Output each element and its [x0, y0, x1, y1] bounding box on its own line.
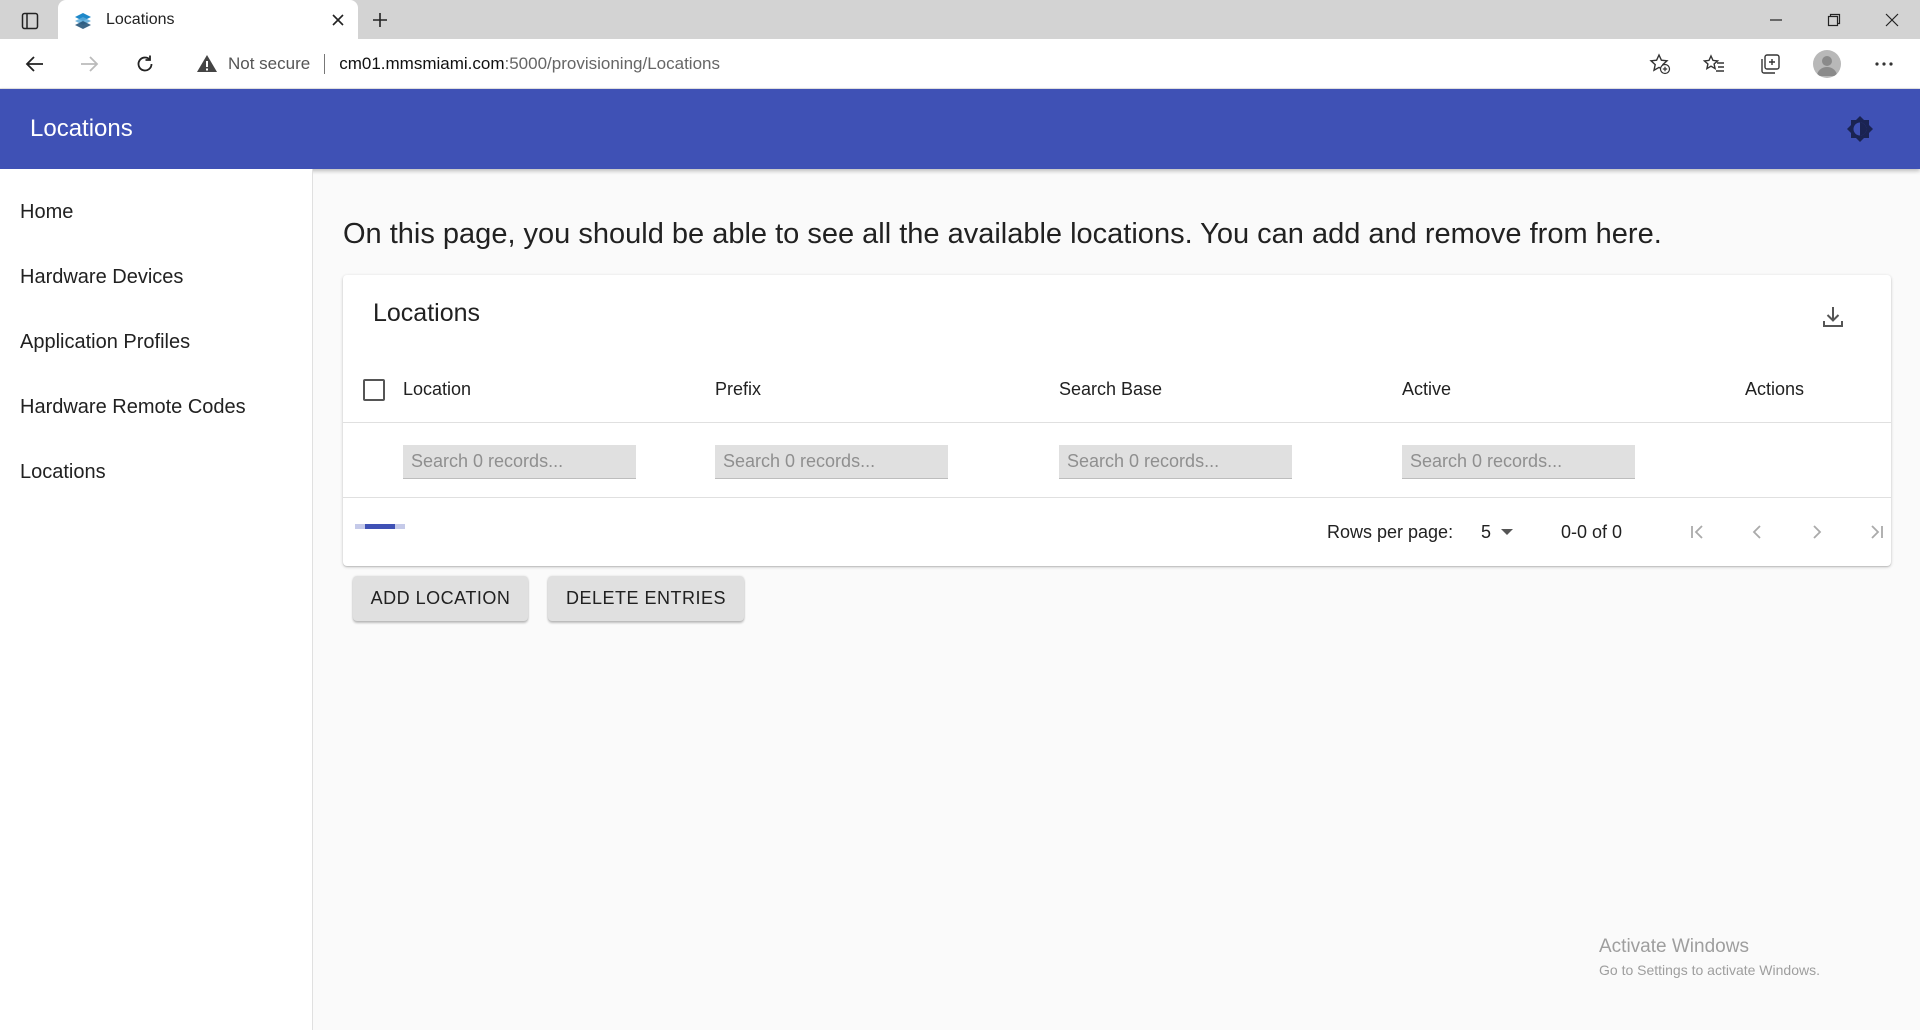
app-favicon [72, 9, 94, 31]
sidebar-item-hardware-devices[interactable]: Hardware Devices [0, 252, 312, 302]
tab-actions-icon[interactable] [18, 9, 41, 32]
table-pagination: Rows per page: 5 0-0 of 0 [343, 498, 1891, 566]
close-window-icon[interactable] [1864, 0, 1920, 39]
loading-indicator [355, 524, 405, 529]
address-divider [324, 54, 326, 74]
previous-page-icon[interactable] [1737, 512, 1777, 552]
more-icon[interactable] [1867, 47, 1901, 81]
back-arrow-icon[interactable] [18, 47, 52, 81]
browser-toolbar: Not secure cm01.mmsmiami.com:5000/provis… [0, 39, 1920, 89]
next-page-icon[interactable] [1797, 512, 1837, 552]
minimize-icon[interactable] [1748, 0, 1804, 39]
add-favorite-icon[interactable] [1643, 47, 1677, 81]
table-header-row: Location Prefix Search Base Active Actio… [343, 357, 1891, 423]
first-page-icon[interactable] [1677, 512, 1717, 552]
location-filter-input[interactable] [403, 445, 636, 479]
close-icon[interactable] [318, 0, 358, 39]
sidebar-item-locations[interactable]: Locations [0, 447, 312, 497]
chevron-down-icon [1501, 529, 1514, 535]
restore-icon[interactable] [1806, 0, 1862, 39]
address-bar[interactable]: Not secure cm01.mmsmiami.com:5000/provis… [180, 45, 1680, 83]
column-header-location[interactable]: Location [403, 379, 471, 400]
column-header-search-base[interactable]: Search Base [1059, 379, 1162, 400]
tab-title: Locations [106, 10, 175, 28]
select-all-checkbox[interactable] [363, 379, 385, 401]
rows-per-page-label: Rows per page: [1327, 522, 1454, 542]
column-header-active[interactable]: Active [1402, 379, 1451, 400]
add-location-button[interactable]: ADD LOCATION [353, 576, 528, 621]
table-filter-row [343, 423, 1891, 498]
table-title: Locations [373, 299, 481, 327]
page-range: 0-0 of 0 [1561, 522, 1623, 542]
sidebar-item-application-profiles[interactable]: Application Profiles [0, 317, 312, 367]
search-base-filter-input[interactable] [1059, 445, 1292, 479]
prefix-filter-input[interactable] [715, 445, 948, 479]
download-icon[interactable] [1813, 297, 1853, 337]
browser-tab-strip: Locations [0, 0, 1920, 39]
last-page-icon[interactable] [1857, 512, 1897, 552]
locations-table-card: Locations Location Prefix Search Base Ac… [343, 275, 1891, 566]
url-path: :5000/provisioning/Locations [504, 54, 720, 73]
column-header-actions: Actions [1745, 379, 1805, 399]
sidebar-item-hardware-remote-codes[interactable]: Hardware Remote Codes [0, 382, 312, 432]
refresh-icon[interactable] [128, 47, 162, 81]
delete-entries-button[interactable]: DELETE ENTRIES [548, 576, 744, 621]
security-status[interactable]: Not secure [228, 54, 310, 74]
column-header-prefix[interactable]: Prefix [715, 379, 761, 400]
favorites-icon[interactable] [1697, 47, 1731, 81]
forward-arrow-icon[interactable] [72, 47, 106, 81]
page-description: On this page, you should be able to see … [343, 218, 1662, 250]
app-header: Locations [0, 89, 1920, 169]
browser-tab[interactable]: Locations [58, 0, 358, 39]
sidebar-item-home[interactable]: Home [0, 187, 312, 237]
collections-icon[interactable] [1753, 47, 1787, 81]
rows-per-page-select[interactable]: 5 [1481, 518, 1533, 546]
profile-avatar[interactable] [1810, 47, 1844, 81]
windows-activation-watermark: Activate Windows Go to Settings to activ… [1599, 936, 1820, 978]
sidebar: Home Hardware Devices Application Profil… [0, 169, 313, 1030]
plus-icon[interactable] [366, 6, 394, 34]
rows-per-page-value: 5 [1481, 521, 1492, 542]
page-title: Locations [30, 115, 133, 142]
url-host: cm01.mmsmiami.com [339, 54, 505, 73]
watermark-title: Activate Windows [1599, 936, 1749, 957]
watermark-subtitle: Go to Settings to activate Windows. [1599, 962, 1820, 978]
warning-icon [196, 53, 218, 75]
brightness-icon[interactable] [1844, 113, 1876, 145]
active-filter-input[interactable] [1402, 445, 1635, 479]
